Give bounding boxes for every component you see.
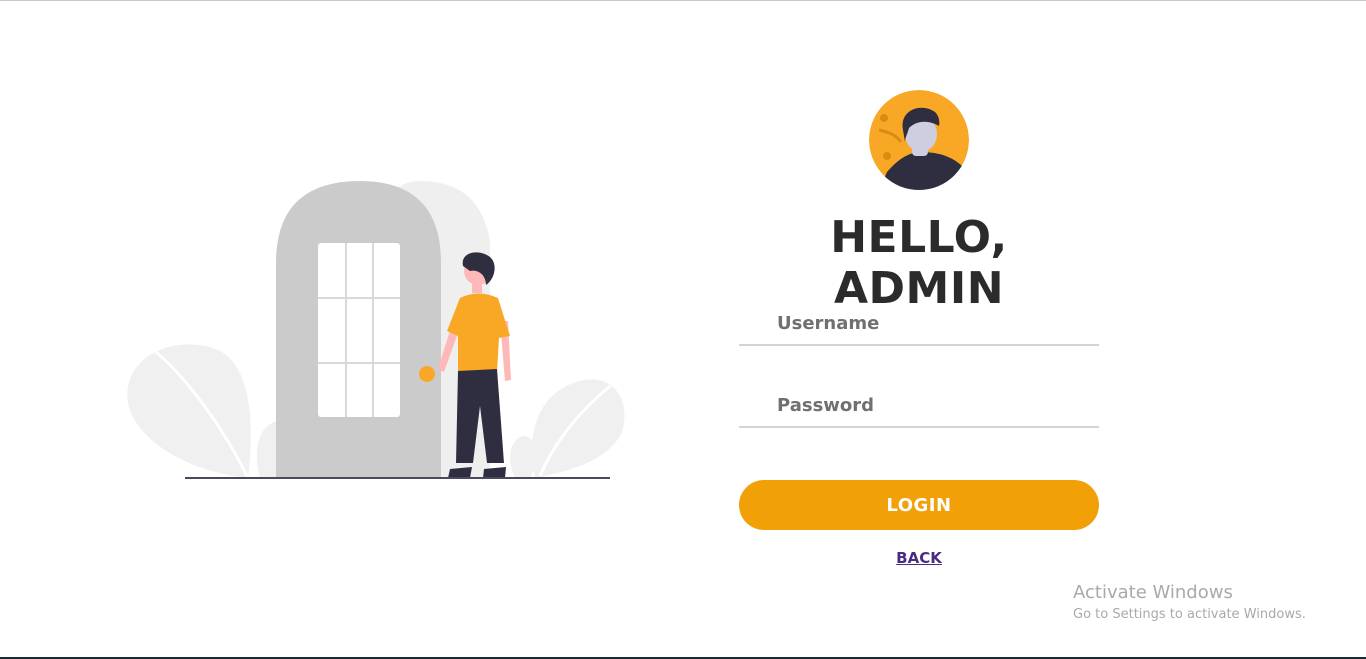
page-title: HELLO, ADMIN	[830, 212, 1008, 314]
back-link[interactable]: BACK	[739, 549, 1099, 567]
watermark-subtitle: Go to Settings to activate Windows.	[1073, 607, 1306, 622]
activation-watermark: Activate Windows Go to Settings to activ…	[1073, 581, 1306, 625]
login-button[interactable]: LOGIN	[739, 480, 1099, 530]
user-avatar-icon	[869, 90, 969, 190]
watermark-title: Activate Windows	[1073, 582, 1233, 603]
login-page: HELLO, ADMIN LOGIN BACK Activate Windows…	[0, 0, 1366, 659]
password-field	[739, 382, 1099, 428]
person-at-door-illustration	[120, 171, 640, 491]
username-field	[739, 300, 1099, 346]
password-input[interactable]	[775, 384, 1099, 426]
username-input[interactable]	[775, 302, 1099, 344]
